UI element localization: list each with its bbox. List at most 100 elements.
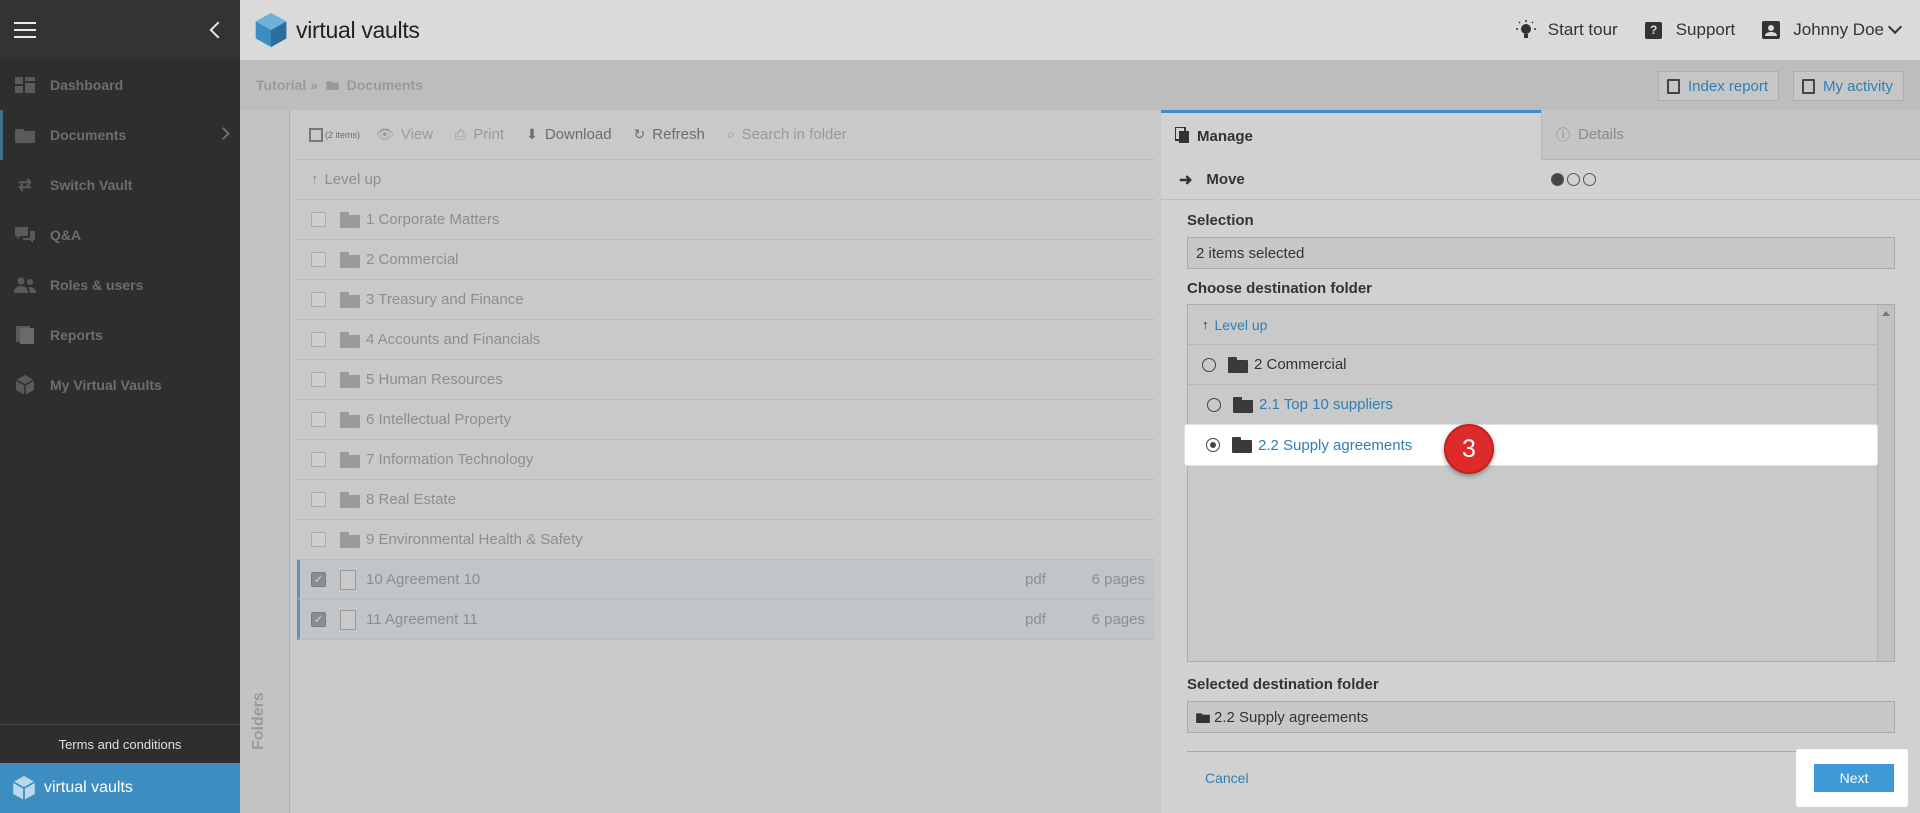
document-icon <box>1802 78 1815 94</box>
tab-manage[interactable]: Manage <box>1161 110 1541 160</box>
print-button[interactable]: ⎙ Print <box>455 126 504 143</box>
folder-icon <box>1232 437 1252 453</box>
select-all-button[interactable]: (2 items) <box>309 127 361 142</box>
row-checkbox[interactable] <box>311 452 326 467</box>
list-item[interactable]: 5 Human Resources <box>297 360 1155 400</box>
start-tour-button[interactable]: Start tour <box>1515 20 1618 40</box>
level-up-row[interactable]: ↑ Level up <box>297 160 1155 200</box>
sidebar: Dashboard Documents ⇄ Switch Vault Q&A R… <box>0 0 240 813</box>
sidebar-item-reports[interactable]: Reports <box>0 310 240 360</box>
pdf-file-icon <box>340 609 356 630</box>
sidebar-item-my-virtual-vaults[interactable]: My Virtual Vaults <box>0 360 240 410</box>
dest-folder-row-selected[interactable]: 2.2 Supply agreements <box>1185 425 1877 465</box>
row-checkbox[interactable]: ✓ <box>311 572 326 587</box>
row-checkbox[interactable] <box>311 532 326 547</box>
menu-icon[interactable] <box>14 22 36 38</box>
arrow-up-icon: ↑ <box>1202 317 1209 332</box>
dest-radio[interactable] <box>1202 357 1216 372</box>
table-row[interactable]: ✓ 10 Agreement 10 pdf 6 pages <box>297 560 1155 600</box>
user-card-icon <box>1761 20 1781 40</box>
user-name: Johnny Doe <box>1793 20 1884 39</box>
next-button-highlight: Next <box>1796 749 1908 807</box>
refresh-button[interactable]: ↻ Refresh <box>634 126 705 143</box>
sidebar-brand: virtual vaults <box>0 763 240 813</box>
dest-level-up-row[interactable]: ↑ Level up <box>1188 305 1878 345</box>
step-indicator <box>1551 173 1599 186</box>
list-item[interactable]: 2 Commercial <box>297 240 1155 280</box>
sidebar-item-label: My Virtual Vaults <box>50 377 162 393</box>
dest-folder-name: 2.2 Supply agreements <box>1258 436 1413 454</box>
support-label: Support <box>1675 20 1736 39</box>
collapse-sidebar-icon[interactable] <box>209 21 227 39</box>
dest-radio-selected[interactable] <box>1206 438 1220 452</box>
folder-name: 8 Real Estate <box>366 491 457 508</box>
folder-name: 9 Environmental Health & Safety <box>366 531 583 548</box>
dest-folder-row[interactable]: 2.1 Top 10 suppliers <box>1188 385 1878 425</box>
vault-cube-icon <box>14 375 36 395</box>
dest-folder-row[interactable]: 2 Commercial <box>1188 345 1878 385</box>
sidebar-item-switch-vault[interactable]: ⇄ Switch Vault <box>0 160 240 210</box>
support-button[interactable]: ? Support <box>1644 20 1736 40</box>
list-item[interactable]: 7 Information Technology <box>297 440 1155 480</box>
cancel-button[interactable]: Cancel <box>1205 770 1249 786</box>
scroll-up-icon[interactable] <box>1882 311 1890 316</box>
panel-tabs: Manage ⓘ Details <box>1161 110 1920 160</box>
breadcrumb-root[interactable]: Tutorial » <box>256 77 318 93</box>
terms-link[interactable]: Terms and conditions <box>0 724 240 763</box>
action-title: Move <box>1206 171 1245 188</box>
sidebar-item-documents[interactable]: Documents <box>0 110 240 160</box>
tab-details[interactable]: ⓘ Details <box>1541 110 1920 160</box>
folder-name: 3 Treasury and Finance <box>366 291 524 308</box>
row-checkbox[interactable]: ✓ <box>311 612 326 627</box>
vault-cube-icon <box>12 776 36 800</box>
sidebar-item-dashboard[interactable]: Dashboard <box>0 60 240 110</box>
user-menu[interactable]: Johnny Doe <box>1761 19 1920 40</box>
list-item[interactable]: 8 Real Estate <box>297 480 1155 520</box>
index-report-label: Index report <box>1688 77 1769 95</box>
row-checkbox[interactable] <box>311 372 326 387</box>
logo[interactable]: virtual vaults <box>254 11 420 49</box>
download-button[interactable]: ⬇ Download <box>526 126 611 143</box>
destination-folder-browser: ↑ Level up 2 Commercial 2.1 Top 10 suppl… <box>1187 304 1895 662</box>
row-checkbox[interactable] <box>311 252 326 267</box>
dest-radio[interactable] <box>1207 397 1221 412</box>
list-item[interactable]: 1 Corporate Matters <box>297 200 1155 240</box>
folders-tab[interactable]: Folders <box>240 110 290 813</box>
search-in-folder-input[interactable]: ⌕ Search in folder <box>727 126 847 143</box>
eye-icon: 👁 <box>376 126 394 142</box>
sidebar-item-label: Switch Vault <box>50 177 133 193</box>
next-button[interactable]: Next <box>1814 764 1894 792</box>
folder-icon <box>1233 396 1253 413</box>
info-icon: ⓘ <box>1556 126 1570 143</box>
selected-destination-label: Selected destination folder <box>1187 676 1379 693</box>
list-item[interactable]: 3 Treasury and Finance <box>297 280 1155 320</box>
document-toolbar: (2 items) 👁 View ⎙ Print ⬇ Download ↻ Re… <box>297 110 1155 160</box>
dest-level-up-label: Level up <box>1214 316 1268 333</box>
sidebar-item-roles-users[interactable]: Roles & users <box>0 260 240 310</box>
folder-name: 1 Corporate Matters <box>366 211 500 228</box>
file-extension: pdf <box>1025 611 1046 628</box>
row-checkbox[interactable] <box>311 492 326 507</box>
sidebar-item-qa[interactable]: Q&A <box>0 210 240 260</box>
step-dot-3 <box>1583 173 1596 186</box>
index-report-button[interactable]: Index report <box>1658 71 1780 101</box>
folder-icon <box>326 77 339 93</box>
folder-icon <box>340 411 360 428</box>
scrollbar[interactable] <box>1877 305 1894 661</box>
table-row[interactable]: ✓ 11 Agreement 11 pdf 6 pages <box>297 600 1155 640</box>
list-item[interactable]: 6 Intellectual Property <box>297 400 1155 440</box>
row-checkbox[interactable] <box>311 292 326 307</box>
my-activity-button[interactable]: My activity <box>1793 71 1905 101</box>
view-button[interactable]: 👁 View <box>376 126 433 143</box>
list-item[interactable]: 9 Environmental Health & Safety <box>297 520 1155 560</box>
row-checkbox[interactable] <box>311 212 326 227</box>
row-checkbox[interactable] <box>311 332 326 347</box>
selected-count: (2 items) <box>325 129 361 140</box>
view-label: View <box>400 126 434 143</box>
folder-icon <box>340 531 360 548</box>
list-item[interactable]: 4 Accounts and Financials <box>297 320 1155 360</box>
file-page-count: 6 pages <box>1091 571 1145 588</box>
row-checkbox[interactable] <box>311 412 326 427</box>
question-icon: ? <box>1644 20 1664 40</box>
footer-divider <box>1187 751 1895 752</box>
